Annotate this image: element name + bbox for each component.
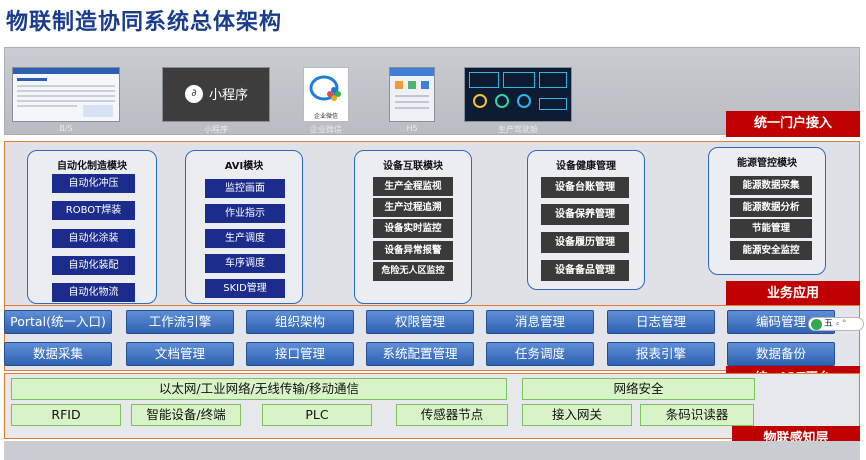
device-box: 接入网关 bbox=[522, 404, 632, 426]
platform-module: 数据采集 bbox=[4, 342, 112, 366]
portal-label-h5: H5 bbox=[406, 124, 418, 133]
wecom-thumbnail: 企业微信 bbox=[303, 67, 349, 122]
module-item: 节能管理 bbox=[730, 219, 812, 238]
platform-module: 消息管理 bbox=[486, 310, 594, 334]
module-item: 能源数据采集 bbox=[730, 176, 812, 195]
mini-program-icon: ∂ bbox=[185, 85, 203, 103]
platform-module: 权限管理 bbox=[366, 310, 474, 334]
module-title: 设备健康管理 bbox=[556, 161, 616, 172]
module-item: 生产调度 bbox=[205, 229, 285, 248]
device-box: RFID bbox=[11, 404, 121, 426]
module-item: 车序调度 bbox=[205, 254, 285, 273]
module-item: 设备备品管理 bbox=[541, 260, 629, 281]
business-tag: 业务应用 bbox=[726, 281, 860, 307]
network-security-box: 网络安全 bbox=[522, 378, 755, 400]
platform-module: 数据备份 bbox=[727, 342, 835, 366]
portal-label-cockpit: 生产驾驶舱 bbox=[498, 125, 538, 134]
module-item: 生产全程监视 bbox=[373, 177, 453, 196]
module-item: 能源数据分析 bbox=[730, 198, 812, 217]
bottom-band bbox=[4, 441, 860, 460]
module-item: 自动化涂装 bbox=[52, 229, 135, 248]
module-item: 自动化装配 bbox=[52, 256, 135, 275]
web-dashboard-thumbnail bbox=[12, 67, 120, 122]
module-item: SKID管理 bbox=[205, 279, 285, 298]
ime-tools-icon: ⸗ ° bbox=[836, 319, 847, 329]
platform-module: 接口管理 bbox=[246, 342, 354, 366]
device-box: 传感器节点 bbox=[396, 404, 508, 426]
module-item: 设备异常报警 bbox=[373, 241, 453, 260]
device-box: 智能设备/终端 bbox=[131, 404, 241, 426]
platform-module: 任务调度 bbox=[486, 342, 594, 366]
module-item: ROBOT焊装 bbox=[52, 201, 135, 220]
module-item: 设备实时监控 bbox=[373, 219, 453, 238]
portal-label-bs: B/S bbox=[59, 124, 73, 133]
module-item: 危险无人区监控 bbox=[373, 262, 453, 281]
module-item: 监控画面 bbox=[205, 179, 285, 198]
module-item: 能源安全监控 bbox=[730, 241, 812, 260]
platform-module: 组织架构 bbox=[246, 310, 354, 334]
module-item: 自动化物流 bbox=[52, 283, 135, 302]
platform-module: 系统配置管理 bbox=[366, 342, 474, 366]
module-item: 设备履历管理 bbox=[541, 232, 629, 253]
h5-page-thumbnail bbox=[389, 67, 435, 122]
module-title: 自动化制造模块 bbox=[57, 161, 127, 172]
module-title: AVI模块 bbox=[224, 161, 264, 172]
ime-logo-icon bbox=[811, 319, 822, 330]
module-item: 设备保养管理 bbox=[541, 204, 629, 225]
platform-module: Portal(统一入口) bbox=[4, 310, 112, 334]
platform-module: 文档管理 bbox=[126, 342, 234, 366]
module-title: 能源管控模块 bbox=[737, 158, 797, 169]
device-box: PLC bbox=[262, 404, 372, 426]
device-box: 条码识读器 bbox=[640, 404, 754, 426]
module-item: 设备台账管理 bbox=[541, 177, 629, 198]
module-item: 生产过程追溯 bbox=[373, 198, 453, 217]
portal-label-wecom: 企业微信 bbox=[310, 125, 342, 134]
platform-module: 工作流引擎 bbox=[126, 310, 234, 334]
ime-status-badge[interactable]: 五 ⸗ ° bbox=[808, 317, 864, 331]
network-layer-box: 以太网/工业网络/无线传输/移动通信 bbox=[11, 378, 507, 400]
module-title: 设备互联模块 bbox=[383, 161, 443, 172]
cockpit-dashboard-thumbnail bbox=[464, 67, 572, 122]
portal-tag: 统一门户接入 bbox=[726, 111, 860, 137]
wecom-icon bbox=[309, 75, 341, 101]
module-item: 作业指示 bbox=[205, 204, 285, 223]
platform-module: 日志管理 bbox=[607, 310, 715, 334]
page-title: 物联制造协同系统总体架构 bbox=[6, 10, 283, 35]
mini-program-thumbnail: ∂ 小程序 bbox=[162, 67, 270, 122]
module-item: 自动化冲压 bbox=[52, 174, 135, 193]
portal-label-mini: 小程序 bbox=[204, 125, 228, 134]
platform-module: 报表引擎 bbox=[607, 342, 715, 366]
